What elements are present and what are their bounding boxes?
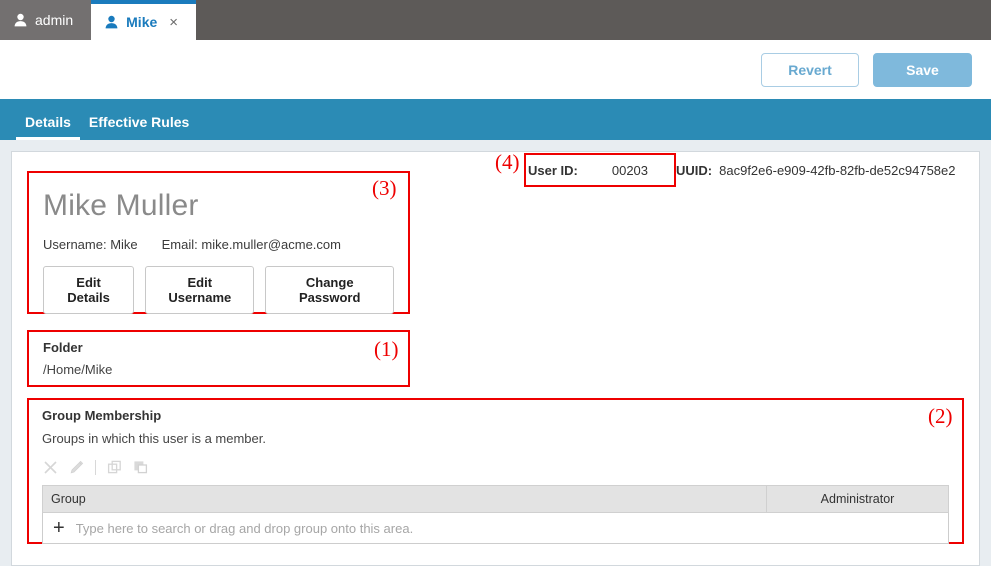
sub-tab-bar: Details Effective Rules bbox=[0, 99, 991, 140]
tab-details[interactable]: Details bbox=[16, 114, 80, 140]
annotation-label-2: (2) bbox=[928, 404, 953, 428]
user-id-value: 00203 bbox=[611, 163, 649, 178]
user-id-label: User ID: bbox=[528, 163, 578, 178]
revert-button[interactable]: Revert bbox=[761, 52, 859, 87]
annotation-label-1: (1) bbox=[374, 337, 399, 361]
uuid-value: 8ac9f2e6-e909-42fb-82fb-de52c94758e2 bbox=[719, 163, 956, 178]
uuid-label: UUID: bbox=[676, 163, 713, 178]
page-body bbox=[0, 140, 991, 566]
window-tab-strip: admin Mike × bbox=[0, 0, 991, 40]
window-tab-admin-label: admin bbox=[35, 12, 74, 28]
window-tab-mike[interactable]: Mike × bbox=[91, 0, 197, 40]
window-tab-admin[interactable]: admin bbox=[0, 0, 92, 40]
annotation-label-4: (4) bbox=[495, 150, 520, 174]
close-icon[interactable]: × bbox=[169, 15, 178, 30]
user-icon bbox=[14, 13, 27, 27]
annotation-label-3: (3) bbox=[372, 176, 397, 200]
identity-row: User ID: 00203 UUID: 8ac9f2e6-e909-42fb-… bbox=[528, 163, 956, 178]
details-content-card bbox=[11, 151, 980, 566]
window-tab-mike-label: Mike bbox=[126, 14, 158, 30]
tab-effective-rules[interactable]: Effective Rules bbox=[80, 114, 198, 140]
save-button[interactable]: Save bbox=[873, 52, 972, 87]
action-bar: Revert Save bbox=[0, 40, 991, 99]
user-icon bbox=[105, 15, 118, 29]
